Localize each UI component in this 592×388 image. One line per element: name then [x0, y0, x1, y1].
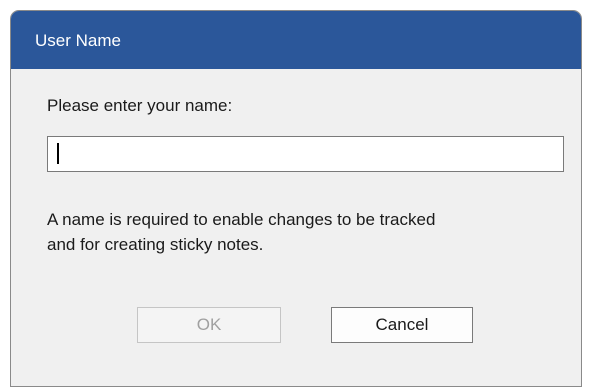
text-cursor — [57, 143, 59, 164]
dialog-title: User Name — [35, 31, 121, 50]
name-prompt-label: Please enter your name: — [47, 96, 233, 115]
info-message-line-2: and for creating sticky notes. — [47, 235, 264, 254]
info-message: A name is required to enable changes to … — [47, 207, 567, 257]
cancel-button[interactable]: Cancel — [331, 307, 473, 343]
dialog-titlebar[interactable]: User Name — [11, 11, 581, 69]
user-name-dialog: User Name Please enter your name: A name… — [10, 10, 582, 387]
ok-button[interactable]: OK — [137, 307, 281, 343]
name-input[interactable] — [47, 136, 564, 172]
info-message-line-1: A name is required to enable changes to … — [47, 210, 436, 229]
